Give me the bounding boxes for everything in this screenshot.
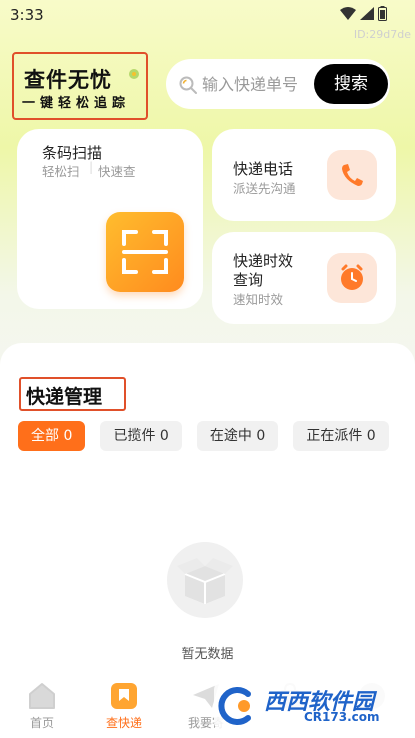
search-bar: 搜索 [166, 59, 390, 109]
empty-box-icon [167, 542, 243, 618]
battery-icon [378, 6, 387, 21]
phone-icon [327, 150, 377, 200]
filter-picked-up[interactable]: 已揽件 0 [100, 421, 182, 451]
scan-card-subtitle-b: 快速查 [98, 164, 136, 179]
device-id: ID:29d7de [353, 28, 411, 41]
section-title: 快递管理 [26, 386, 103, 408]
tab-search-express[interactable]: 查快递 [84, 676, 164, 738]
subtitle-divider: | [89, 159, 94, 174]
filter-in-transit[interactable]: 在途中 0 [196, 421, 279, 451]
logo-subtitle: 一键轻松追踪 [22, 96, 131, 111]
courier-phone-card[interactable]: 快递电话 派送先沟通 [212, 129, 396, 221]
barcode-scan-card[interactable]: 条码扫描 轻松扫 | 快速查 [17, 129, 203, 309]
status-filter-tabs: 全部 0 已揽件 0 在途中 0 正在派件 0 [18, 421, 415, 451]
bookmark-icon [111, 683, 137, 709]
status-bar: 3:33 [0, 0, 415, 30]
alarm-clock-icon [327, 253, 377, 303]
tab-home[interactable]: 首页 [2, 676, 82, 738]
search-input[interactable] [202, 72, 322, 96]
status-icons [340, 6, 387, 21]
wifi-icon [340, 7, 356, 20]
logo-title: 查件无忧 [24, 68, 112, 92]
delivery-time-card[interactable]: 快递时效 查询 速知时效 [212, 232, 396, 324]
site-watermark: 西西软件园 CR173.com [214, 680, 414, 732]
time-card-title-line1: 快递时效 [233, 252, 294, 270]
phone-card-subtitle: 派送先沟通 [233, 181, 296, 196]
watermark-logo-icon [218, 687, 251, 725]
empty-state-text: 暂无数据 [181, 647, 234, 662]
scan-card-subtitle-a: 轻松扫 [42, 164, 80, 179]
time-card-title-line2: 查询 [233, 271, 264, 289]
search-icon [179, 76, 197, 94]
status-time: 3:33 [10, 6, 44, 24]
time-card-subtitle: 速知时效 [233, 292, 284, 307]
app-logo: 查件无忧 一键轻松追踪 [12, 52, 148, 120]
pin-icon [129, 69, 139, 79]
signal-icon [360, 7, 374, 20]
section-header: 快递管理 [19, 377, 126, 411]
watermark-url: CR173.com [304, 710, 380, 724]
scan-icon [106, 212, 184, 292]
tab-search-express-label: 查快递 [105, 716, 142, 730]
home-icon [29, 683, 55, 709]
phone-card-title: 快递电话 [233, 160, 294, 178]
search-button[interactable]: 搜索 [314, 64, 388, 104]
filter-all[interactable]: 全部 0 [18, 421, 86, 451]
tab-home-label: 首页 [29, 716, 54, 730]
filter-delivering[interactable]: 正在派件 0 [293, 421, 389, 451]
